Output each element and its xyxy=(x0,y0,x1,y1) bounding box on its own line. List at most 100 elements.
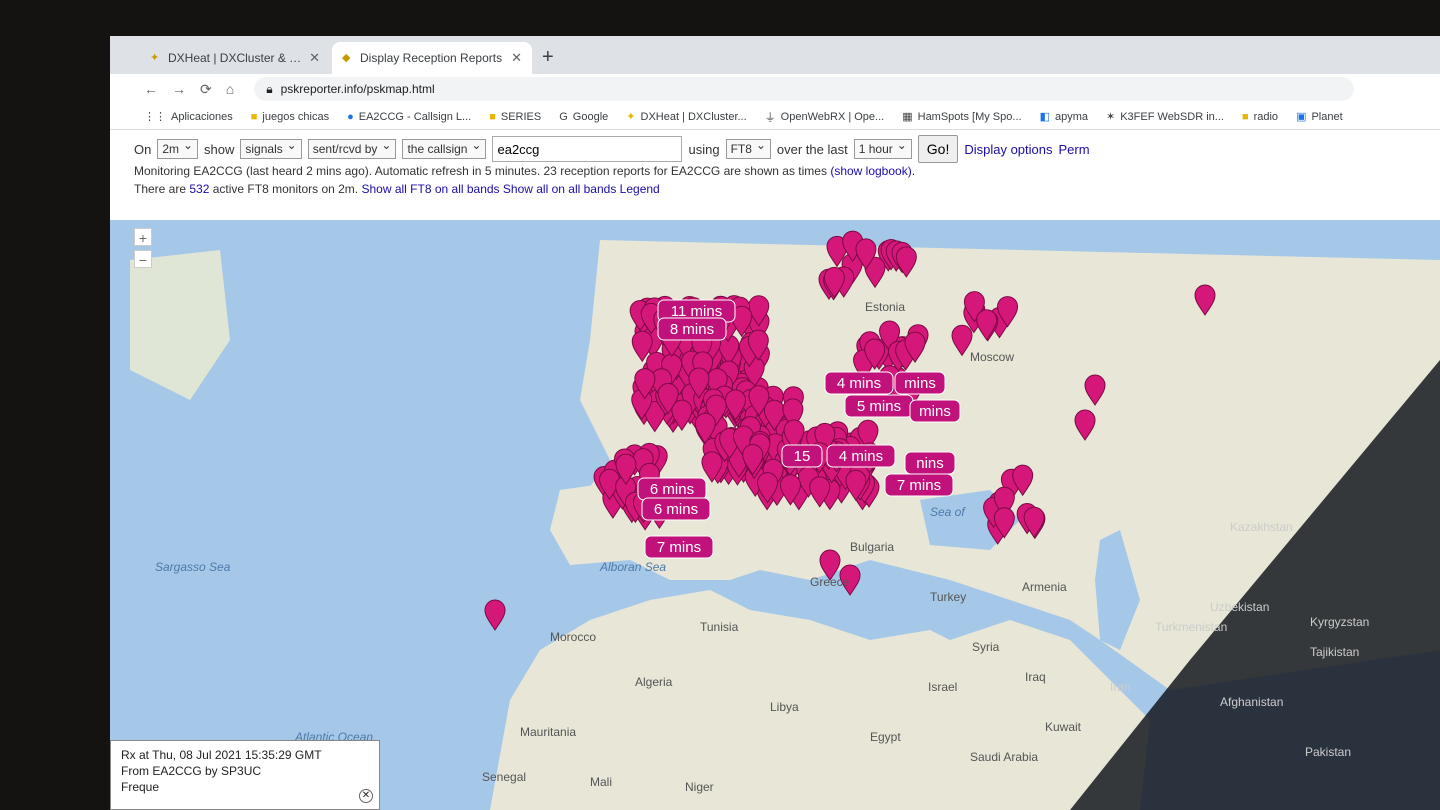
new-tab-button[interactable]: + xyxy=(542,46,554,69)
zoom-in-button[interactable]: + xyxy=(134,228,152,246)
query-row: On 2m show signals sent/rcvd by the call… xyxy=(134,135,1434,163)
status-row: Monitoring EA2CCG (last heard 2 mins ago… xyxy=(134,162,1434,180)
time-label: 7 mins xyxy=(897,477,941,494)
bookmark-label: Google xyxy=(572,110,609,123)
period-select[interactable]: 1 hour xyxy=(853,138,912,159)
bookmark-label: apyma xyxy=(1054,110,1088,123)
show-all-bands-link[interactable]: Show all on all bands xyxy=(503,182,616,196)
reception-map[interactable]: 11 mins 8 mins 4 mins mins 5 mins mins 15 4 min… xyxy=(110,220,1440,810)
bookmark-folder[interactable]: ■ radio xyxy=(1242,111,1278,123)
go-button[interactable]: Go! xyxy=(917,135,959,163)
sea-label: Sea of xyxy=(930,505,965,519)
bookmark-label: Planet xyxy=(1311,110,1343,123)
dxheat-icon: ✦ xyxy=(150,52,160,64)
bookmark-link[interactable]: G Google xyxy=(559,111,608,123)
close-icon[interactable]: ✕ xyxy=(511,50,522,66)
zoom-out-button[interactable]: − xyxy=(134,250,152,268)
bookmark-label: juegos chicas xyxy=(262,110,330,123)
bookmark-label: radio xyxy=(1253,110,1279,123)
time-label: mins xyxy=(904,375,936,392)
monitors-count-link[interactable]: 532 xyxy=(189,182,209,196)
time-label: nins xyxy=(916,455,944,472)
status-text: Monitoring EA2CCG (last heard 2 mins ago… xyxy=(134,164,827,178)
back-icon[interactable]: ← xyxy=(144,81,158,97)
forward-icon[interactable]: → xyxy=(172,81,186,97)
direction-select[interactable]: sent/rcvd by xyxy=(307,138,397,159)
place-label: Syria xyxy=(972,640,1000,654)
home-icon[interactable]: ⌂ xyxy=(226,81,234,97)
google-icon: G xyxy=(559,110,568,123)
time-label: 6 mins xyxy=(654,501,698,518)
reception-info-popup: Rx at Thu, 08 Jul 2021 15:35:29 GMT From… xyxy=(110,740,380,810)
place-label: Estonia xyxy=(865,300,906,314)
place-label: Mauritania xyxy=(520,725,577,739)
bookmark-link[interactable]: ▣ Planet xyxy=(1296,110,1343,124)
legend-link[interactable]: Legend xyxy=(620,182,660,196)
place-label: Moscow xyxy=(970,350,1015,364)
on-label: On xyxy=(134,141,152,157)
place-label: Libya xyxy=(770,700,799,714)
bookmark-folder[interactable]: ■ juegos chicas xyxy=(251,111,329,123)
time-label: 11 mins xyxy=(671,303,722,320)
monitors-prefix: There are xyxy=(134,182,187,196)
place-label: Egypt xyxy=(870,730,901,744)
place-label: Bulgaria xyxy=(850,540,895,554)
place-label: Iran xyxy=(1110,680,1131,694)
reload-icon[interactable]: ⟳ xyxy=(200,81,212,98)
folder-icon: ■ xyxy=(250,110,258,123)
permalink-link[interactable]: Perm xyxy=(1059,142,1090,157)
place-label: Kazakhstan xyxy=(1230,520,1293,534)
target-select[interactable]: the callsign xyxy=(402,138,487,159)
bookmark-apps[interactable]: ⋮⋮ Aplicaciones xyxy=(144,110,233,124)
place-label: Mali xyxy=(590,775,613,789)
bookmark-folder[interactable]: ■ SERIES xyxy=(489,111,541,123)
place-label: Saudi Arabia xyxy=(970,750,1039,764)
tab-display-reception-reports[interactable]: ◆ Display Reception Reports ✕ xyxy=(332,42,532,74)
bookmark-link[interactable]: ◧ apyma xyxy=(1039,110,1088,124)
dxheat-icon: ✦ xyxy=(626,111,636,123)
navigation-bar: ← → ⟳ ⌂ 🔒︎ pskreporter.info/pskmap.html xyxy=(110,74,1440,104)
url-text: pskreporter.info/pskmap.html xyxy=(280,82,435,96)
over-label: over the last xyxy=(776,141,848,157)
bookmark-label: DXHeat | DXCluster... xyxy=(640,110,747,123)
bookmark-link[interactable]: ✶ K3FEF WebSDR in... xyxy=(1106,110,1224,124)
map-controls: On 2m show signals sent/rcvd by the call… xyxy=(134,135,1434,198)
close-icon[interactable]: ✕ xyxy=(359,789,373,803)
place-label: Armenia xyxy=(1022,580,1067,594)
show-select[interactable]: signals xyxy=(240,138,302,159)
show-logbook-link[interactable]: (show logbook). xyxy=(830,164,915,178)
info-rx-time: Rx at Thu, 08 Jul 2021 15:35:29 GMT xyxy=(121,748,322,762)
close-icon[interactable]: ✕ xyxy=(309,50,320,66)
bookmark-link[interactable]: ✦ DXHeat | DXCluster... xyxy=(626,110,747,124)
place-label: Algeria xyxy=(635,675,673,689)
tab-title: Display Reception Reports xyxy=(360,51,503,65)
place-label: Greece xyxy=(810,575,850,589)
place-label: Senegal xyxy=(482,770,527,784)
bookmark-link[interactable]: ● EA2CCG - Callsign L... xyxy=(347,111,471,123)
bookmark-label: OpenWebRX | Ope... xyxy=(780,110,885,123)
place-label: Kyrgyzstan xyxy=(1310,615,1370,629)
place-label: Pakistan xyxy=(1305,745,1352,759)
time-label: 7 mins xyxy=(657,539,701,556)
display-options-link[interactable]: Display options xyxy=(964,142,1052,157)
bookmark-link[interactable]: ⏚ OpenWebRX | Ope... xyxy=(765,109,885,125)
outlook-icon: ◧ xyxy=(1039,111,1050,123)
monitors-suffix: active FT8 monitors on 2m. xyxy=(212,182,359,196)
callsign-input[interactable] xyxy=(492,136,683,162)
planet-icon: ▣ xyxy=(1296,111,1307,123)
tab-dxheat[interactable]: ✦ DXHeat | DXCluster & DX Resear... ✕ xyxy=(140,42,330,74)
info-from: From EA2CCG by SP3UC xyxy=(121,764,262,778)
time-label: 8 mins xyxy=(670,321,714,338)
bookmark-link[interactable]: ▦ HamSpots [My Spo... xyxy=(902,110,1022,124)
place-label: Kuwait xyxy=(1045,720,1082,734)
address-bar[interactable]: 🔒︎ pskreporter.info/pskmap.html xyxy=(254,77,1355,101)
mode-select[interactable]: FT8 xyxy=(725,138,771,159)
bookmark-label: HamSpots [My Spo... xyxy=(917,110,1022,123)
show-all-ft8-link[interactable]: Show all FT8 on all bands xyxy=(361,182,499,196)
place-label: Turkey xyxy=(930,590,967,604)
place-label: Tajikistan xyxy=(1310,645,1360,659)
band-select[interactable]: 2m xyxy=(157,138,199,159)
time-label: 6 mins xyxy=(650,481,694,498)
show-label: show xyxy=(204,141,235,157)
pskreporter-icon: ◆ xyxy=(342,52,351,64)
